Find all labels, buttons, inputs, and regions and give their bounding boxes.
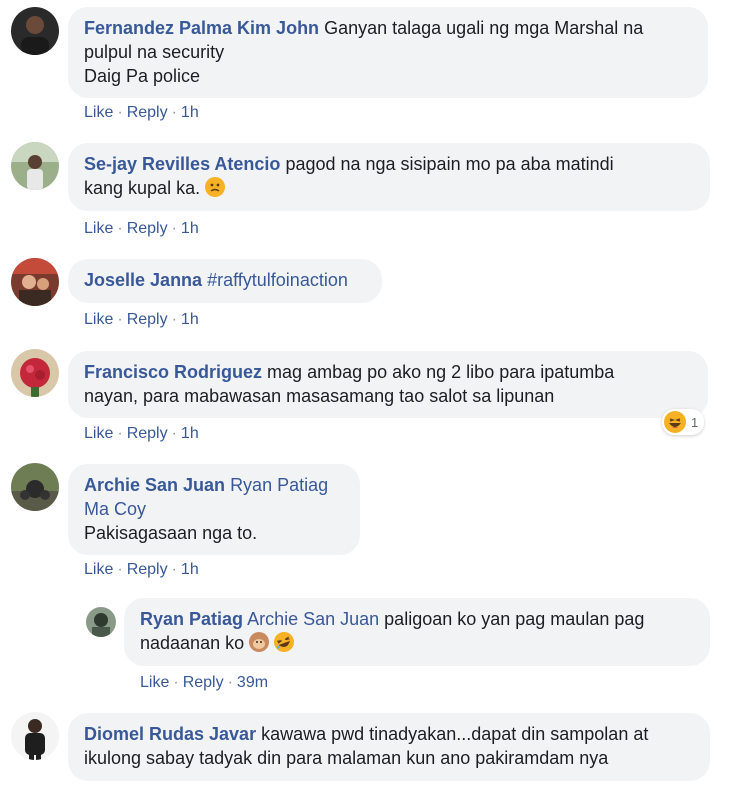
separator: · xyxy=(171,311,177,328)
avatar[interactable] xyxy=(11,258,59,306)
like-link[interactable]: Like xyxy=(140,674,169,691)
haha-reaction-icon xyxy=(664,411,686,433)
comment-actions: Like · Reply · 1h xyxy=(84,103,199,123)
comment-text: Pakisagasaan nga to. xyxy=(84,523,258,543)
monkey-face-emoji xyxy=(249,632,270,652)
comment-bubble: Fernandez Palma Kim John Ganyan talaga u… xyxy=(68,7,708,98)
mention-link[interactable]: Ma Coy xyxy=(84,499,146,519)
separator: · xyxy=(171,220,177,237)
comment-actions: Like · Reply · 1h xyxy=(84,560,199,580)
comment-bubble: Francisco Rodriguez mag ambag po ako ng … xyxy=(68,351,708,418)
separator: · xyxy=(117,311,123,328)
reply-link[interactable]: Reply xyxy=(127,425,168,442)
comment-author[interactable]: Se-jay Revilles Atencio xyxy=(84,154,280,174)
mention-link[interactable]: Ryan Patiag xyxy=(230,475,328,495)
avatar[interactable] xyxy=(11,712,59,760)
comment-author[interactable]: Fernandez Palma Kim John xyxy=(84,18,319,38)
comment-author[interactable]: Francisco Rodriguez xyxy=(84,362,262,382)
reply-link[interactable]: Reply xyxy=(183,674,224,691)
comment-author[interactable]: Joselle Janna xyxy=(84,270,202,290)
comment-actions: Like · Reply · 1h xyxy=(84,219,199,239)
like-link[interactable]: Like xyxy=(84,561,113,578)
avatar[interactable] xyxy=(11,142,59,190)
avatar[interactable] xyxy=(86,607,116,637)
comment-bubble: Archie San Juan Ryan Patiag Ma Coy Pakis… xyxy=(68,464,360,555)
rolling-laughing-emoji xyxy=(271,629,297,655)
comment-text: nayan, para mabawasan masasamang tao sal… xyxy=(84,386,555,406)
comment-text: pulpul na security xyxy=(84,42,225,62)
comment-actions: Like · Reply · 1h xyxy=(84,310,199,330)
reply-link[interactable]: Reply xyxy=(127,311,168,328)
comment-text: Daig Pa police xyxy=(84,66,201,86)
timestamp[interactable]: 1h xyxy=(181,104,199,121)
like-link[interactable]: Like xyxy=(84,425,113,442)
comment-text: pagod na nga sisipain mo pa aba matindi xyxy=(285,154,614,174)
comment-text: paligoan ko yan pag maulan pag xyxy=(384,609,645,629)
comment-author[interactable]: Diomel Rudas Javar xyxy=(84,724,256,744)
comment-text: kawawa pwd tinadyakan...dapat din sampol… xyxy=(261,724,649,744)
comment-text: nadaanan ko xyxy=(140,633,245,653)
timestamp[interactable]: 39m xyxy=(237,674,268,691)
reaction-summary[interactable]: 1 xyxy=(662,409,705,435)
mention-link[interactable]: Archie San Juan xyxy=(247,609,379,629)
frowning-face-emoji xyxy=(205,177,226,197)
comment-bubble: Se-jay Revilles Atencio pagod na nga sis… xyxy=(68,143,710,211)
timestamp[interactable]: 1h xyxy=(181,311,199,328)
like-link[interactable]: Like xyxy=(84,104,113,121)
separator: · xyxy=(117,104,123,121)
comment-text: ikulong sabay tadyak din para malaman ku… xyxy=(84,748,609,768)
separator: · xyxy=(117,220,123,237)
avatar[interactable] xyxy=(11,463,59,511)
reply-link[interactable]: Reply xyxy=(127,561,168,578)
comment-text: Ganyan talaga ugali ng mga Marshal na xyxy=(324,18,644,38)
comment-bubble: Diomel Rudas Javar kawawa pwd tinadyakan… xyxy=(68,713,710,781)
avatar[interactable] xyxy=(11,7,59,55)
avatar[interactable] xyxy=(11,349,59,397)
hashtag-link[interactable]: #raffytulfoinaction xyxy=(207,270,348,290)
reply-link[interactable]: Reply xyxy=(127,220,168,237)
timestamp[interactable]: 1h xyxy=(181,220,199,237)
comment-author[interactable]: Archie San Juan xyxy=(84,475,225,495)
timestamp[interactable]: 1h xyxy=(181,561,199,578)
timestamp[interactable]: 1h xyxy=(181,425,199,442)
comment-actions: Like · Reply · 1h xyxy=(84,424,199,444)
comment-text: mag ambag po ako ng 2 libo para ipatumba xyxy=(267,362,615,382)
like-link[interactable]: Like xyxy=(84,311,113,328)
separator: · xyxy=(171,561,177,578)
comment-actions: Like · Reply · 39m xyxy=(140,673,268,693)
reply-link[interactable]: Reply xyxy=(127,104,168,121)
separator: · xyxy=(227,674,233,691)
separator: · xyxy=(117,561,123,578)
comment-text: kang kupal ka. xyxy=(84,178,201,198)
separator: · xyxy=(171,425,177,442)
reply-bubble: Ryan Patiag Archie San Juan paligoan ko … xyxy=(124,598,710,666)
separator: · xyxy=(117,425,123,442)
like-link[interactable]: Like xyxy=(84,220,113,237)
comment-bubble: Joselle Janna #raffytulfoinaction xyxy=(68,259,382,303)
separator: · xyxy=(173,674,179,691)
separator: · xyxy=(171,104,177,121)
reaction-count: 1 xyxy=(691,414,699,430)
comment-author[interactable]: Ryan Patiag xyxy=(140,609,243,629)
